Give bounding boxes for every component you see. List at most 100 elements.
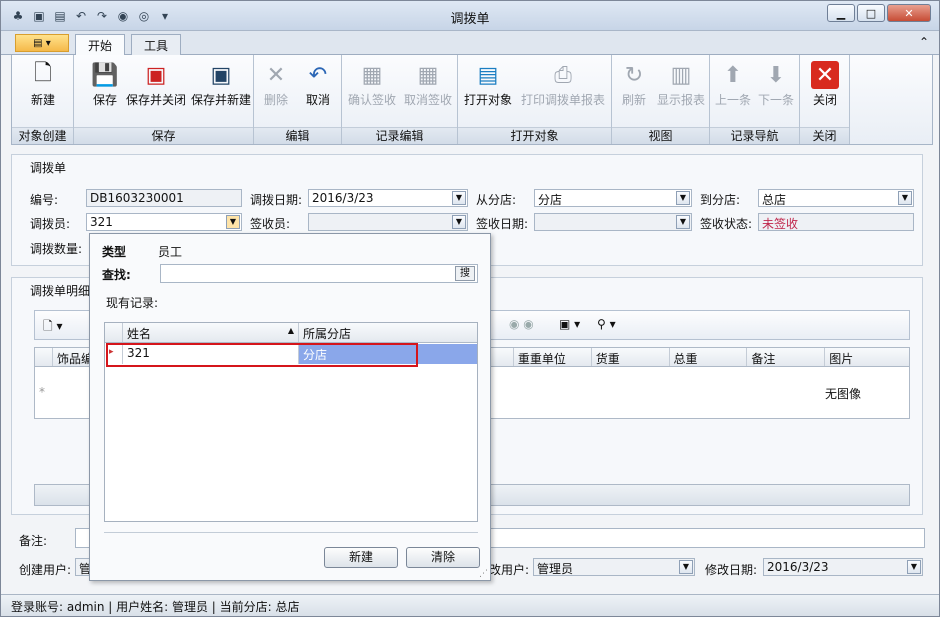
- modify-date-label: 修改日期:: [705, 563, 758, 577]
- undo-icon: ↶: [308, 62, 328, 88]
- col-total-weight[interactable]: 总重: [670, 348, 748, 366]
- col-image[interactable]: 图片: [825, 348, 909, 366]
- group-save: 💾 保存 ▣ 保存并关闭 ▣ 保存并新建 保存: [74, 55, 254, 144]
- type-label: 类型: [102, 245, 127, 259]
- no-image-text: 无图像: [825, 387, 862, 401]
- resize-grip-icon[interactable]: ⋰: [479, 569, 488, 579]
- to-store-select[interactable]: 总店 ▼: [758, 189, 914, 207]
- group-object-create: 🗋 新建 对象创建: [12, 55, 74, 144]
- file-menu-button[interactable]: ▤ ▾: [15, 34, 69, 52]
- new-row-icon[interactable]: 🗋 ▾: [43, 317, 63, 338]
- print-report-button[interactable]: ⎙ 打印调拨单报表: [516, 61, 610, 121]
- status-bar: 登录账号: admin | 用户姓名: 管理员 | 当前分店: 总店: [1, 594, 939, 616]
- form-title: 调拨单: [30, 161, 67, 175]
- chevron-down-icon[interactable]: ▼: [452, 191, 466, 205]
- find-input[interactable]: 搜: [160, 264, 478, 283]
- col-branch[interactable]: 所属分店: [299, 323, 475, 342]
- chevron-down-icon[interactable]: ▼: [676, 215, 690, 229]
- group-record-navigation: ⬆ 上一条 ⬇ 下一条 记录导航: [710, 55, 800, 144]
- to-store-label: 到分店:: [700, 193, 741, 207]
- report-icon: ▥: [670, 62, 692, 88]
- col-goods-weight[interactable]: 货重: [592, 348, 670, 366]
- date-label: 调拨日期:: [250, 193, 303, 207]
- popup-divider: [104, 532, 478, 533]
- maximize-button[interactable]: □: [857, 4, 885, 22]
- from-store-label: 从分店:: [476, 193, 517, 207]
- delete-button[interactable]: ✕ 删除: [256, 61, 296, 121]
- close-button[interactable]: ✕: [887, 4, 931, 22]
- records-label: 现有记录:: [106, 296, 159, 310]
- tab-start[interactable]: 开始: [75, 34, 126, 56]
- chevron-down-icon[interactable]: ▼: [452, 215, 466, 229]
- arrow-up-icon: ⬆: [723, 62, 743, 88]
- new-button[interactable]: 🗋 新建: [14, 61, 72, 121]
- sign-date-label: 签收日期:: [476, 217, 529, 231]
- modifier-label: 改用户:: [489, 563, 530, 577]
- minimize-button[interactable]: ▁: [827, 4, 855, 22]
- show-report-button[interactable]: ▥ 显示报表: [654, 61, 708, 121]
- transfer-person-label: 调拨员:: [30, 217, 71, 231]
- save-new-icon: ▣: [210, 62, 232, 88]
- from-store-select[interactable]: 分店 ▼: [534, 189, 692, 207]
- chevron-down-icon[interactable]: ▼: [679, 560, 693, 574]
- chevron-down-icon[interactable]: ▼: [907, 560, 921, 574]
- printer-icon: ⎙: [554, 62, 572, 88]
- search-icon[interactable]: ⚲ ▾: [597, 317, 616, 331]
- records-grid-header: 姓名 ▲ 所属分店: [105, 323, 477, 343]
- cancel-sign-button[interactable]: ▦ 取消签收: [400, 61, 456, 121]
- save-close-button[interactable]: ▣ 保存并关闭: [122, 61, 190, 121]
- group-record-edit: ▦ 确认签收 ▦ 取消签收 记录编辑: [342, 55, 458, 144]
- prev-record-button[interactable]: ⬆ 上一条: [712, 61, 754, 121]
- main-window: ♣ ▣ ▤ ↶ ↷ ◉ ◎ ▾ 调拨单 ▁ □ ✕ ▤ ▾ 开始 工具 ⌃ 🗋 新…: [0, 0, 940, 617]
- group-edit: ✕ 删除 ↶ 取消 编辑: [254, 55, 342, 144]
- type-value: 员工: [158, 245, 183, 259]
- tab-tools[interactable]: 工具: [131, 34, 182, 55]
- export-icon[interactable]: ▣ ▾: [559, 317, 580, 331]
- col-remark[interactable]: 备注: [747, 348, 826, 366]
- chevron-down-icon[interactable]: ▼: [226, 215, 240, 229]
- group-close: ✕ 关闭 关闭: [800, 55, 850, 144]
- save-icon: 💾: [91, 62, 119, 88]
- refresh-button[interactable]: ↻ 刷新: [614, 61, 654, 121]
- creator-label: 创建用户:: [19, 563, 72, 577]
- lookup-popup: 类型 员工 查找: 搜 现有记录: 姓名 ▲ 所属分店 ▸ 321 分店 新建 清…: [89, 233, 491, 581]
- sign-status-label: 签收状态:: [700, 217, 753, 231]
- sort-asc-icon: ▲: [287, 326, 294, 335]
- close-window-button[interactable]: ✕ 关闭: [802, 61, 848, 121]
- remark-label: 备注:: [19, 534, 48, 548]
- ribbon: 🗋 新建 对象创建 💾 保存 ▣ 保存并关闭 ▣ 保存并新建 保存 ✕ 删除 ↶ 取消 编辑…: [11, 55, 933, 145]
- search-button[interactable]: 搜: [455, 266, 475, 281]
- transfer-person-select[interactable]: 321 ▼: [86, 213, 242, 231]
- confirm-icon: ▦: [361, 62, 383, 88]
- number-label: 编号:: [30, 193, 59, 207]
- col-weight-unit[interactable]: 重重单位: [514, 348, 592, 366]
- refresh-icon: ↻: [624, 62, 644, 88]
- new-doc-icon: 🗋: [34, 61, 52, 86]
- arrow-up-icon[interactable]: ◉ ◉: [509, 317, 534, 331]
- open-object-button[interactable]: ▤ 打开对象: [462, 61, 514, 121]
- next-record-button[interactable]: ⬇ 下一条: [754, 61, 798, 121]
- receiver-label: 签收员:: [250, 217, 291, 231]
- group-open-object: ▤ 打开对象 ⎙ 打印调拨单报表 打开对象: [458, 55, 612, 144]
- find-label: 查找:: [102, 268, 131, 282]
- popup-new-button[interactable]: 新建: [324, 547, 398, 568]
- date-field[interactable]: 2016/3/23 ▼: [308, 189, 468, 207]
- popup-clear-button[interactable]: 清除: [406, 547, 480, 568]
- number-field[interactable]: DB1603230001: [86, 189, 242, 207]
- save-close-icon: ▣: [145, 62, 167, 88]
- highlight-box: [106, 343, 418, 367]
- chevron-down-icon[interactable]: ▼: [676, 191, 690, 205]
- window-controls: ▁ □ ✕: [827, 4, 931, 22]
- col-name[interactable]: 姓名 ▲: [123, 323, 299, 342]
- cancel-sign-icon: ▦: [417, 62, 439, 88]
- title-bar: ♣ ▣ ▤ ↶ ↷ ◉ ◎ ▾ 调拨单 ▁ □ ✕: [1, 1, 939, 31]
- cancel-button[interactable]: ↶ 取消: [298, 61, 338, 121]
- sign-date-field[interactable]: ▼: [534, 213, 692, 231]
- delete-icon: ✕: [266, 62, 286, 88]
- arrow-down-icon: ⬇: [766, 62, 786, 88]
- chevron-down-icon[interactable]: ▼: [898, 191, 912, 205]
- ribbon-collapse-icon[interactable]: ⌃: [919, 35, 929, 49]
- receiver-select[interactable]: ▼: [308, 213, 468, 231]
- confirm-sign-button[interactable]: ▦ 确认签收: [344, 61, 400, 121]
- save-new-button[interactable]: ▣ 保存并新建: [188, 61, 254, 121]
